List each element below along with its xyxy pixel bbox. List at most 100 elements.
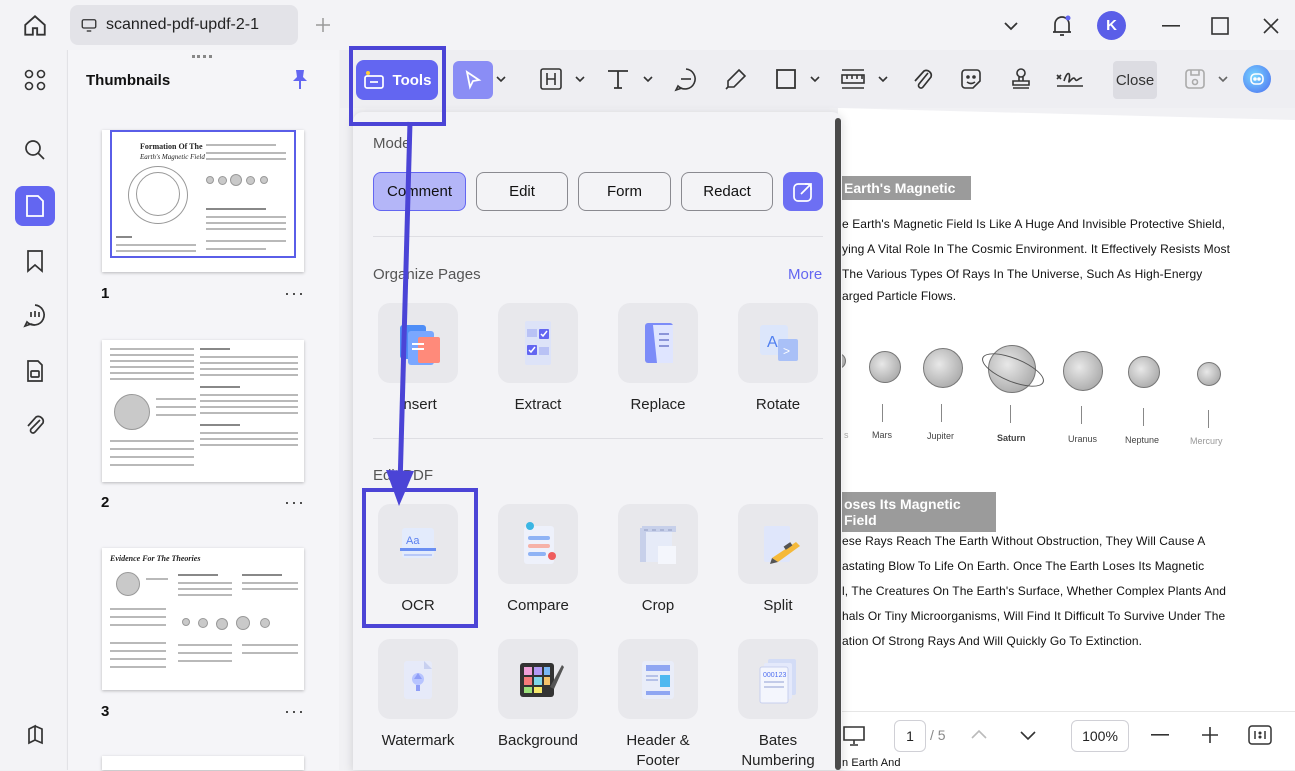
sticker-icon[interactable] [956,64,986,94]
attachment-icon[interactable] [15,405,55,445]
split-tool-tile[interactable] [738,504,818,584]
save-icon[interactable] [1180,64,1210,94]
attach-file-icon[interactable] [907,64,937,94]
text-dropdown-caret-icon[interactable] [643,74,653,84]
stamp-icon[interactable] [1006,64,1036,94]
bates-numbering-tool-tile[interactable]: 000123 [738,639,818,719]
mode-edit-button[interactable]: Edit [476,172,568,211]
measure-dropdown-caret-icon[interactable] [878,74,888,84]
close-tools-button[interactable]: Close [1113,61,1157,99]
background-tool-tile[interactable] [498,639,578,719]
compare-tool-tile[interactable] [498,504,578,584]
watermark-label: Watermark [381,732,455,749]
heading-tool-icon[interactable] [536,64,566,94]
page-thumbnail-2[interactable] [102,340,304,482]
close-window-icon[interactable] [1257,12,1285,40]
chevron-down-icon[interactable] [997,12,1025,40]
notification-bell-icon[interactable] [1048,12,1076,40]
watermark-icon [404,661,432,699]
page-number-2: 2 [101,494,110,511]
document-page: Earth's Magnetic e Earth's Magnetic Fiel… [838,108,1295,770]
page-total: / 5 [930,727,946,743]
bookmark-icon[interactable] [15,241,55,281]
doc-line: e Earth's Magnetic Field Is Like A Huge … [842,217,1226,231]
header-footer-icon [642,661,674,699]
replace-tool-tile[interactable] [618,303,698,383]
select-dropdown-caret-icon[interactable] [496,74,506,84]
open-external-icon[interactable] [783,172,823,211]
divider [373,438,823,439]
heading-dropdown-caret-icon[interactable] [575,74,585,84]
tab-title: scanned-pdf-updf-2-1 [106,16,259,33]
page-thumbnail-1[interactable]: Formation Of The Earth's Magnetic Field [102,130,304,272]
thumbnails-page-icon[interactable] [15,186,55,226]
page-2-more-button[interactable]: ··· [284,492,305,513]
maximize-icon[interactable] [1206,12,1234,40]
organize-more-link[interactable]: More [788,266,822,283]
rotate-tool-tile[interactable]: A > [738,303,818,383]
rectangle-shape-icon[interactable] [771,64,801,94]
ai-assistant-icon[interactable] [1243,65,1271,93]
presentation-icon[interactable] [842,724,866,748]
compare-icon [524,522,556,564]
home-icon[interactable] [20,11,50,41]
comment-bubble-icon[interactable] [671,64,701,94]
zoom-level-input[interactable]: 100% [1071,720,1129,752]
next-page-chevron-down-icon[interactable] [1019,730,1037,742]
page-number-1: 1 [101,285,110,302]
planet [923,348,963,388]
previous-page-chevron-up-icon[interactable] [970,728,988,740]
header-footer-tool-tile[interactable] [618,639,698,719]
text-tool-icon[interactable] [603,64,633,94]
planet [1063,351,1103,391]
extract-label: Extract [514,396,562,413]
apps-grid-icon[interactable] [15,60,55,100]
rotate-pages-icon: A > [760,325,798,361]
doc-line: astating Blow To Life On Earth. Once The… [842,559,1205,573]
planet-label: Saturn [997,433,1026,443]
page-thumbnail-4[interactable] [102,756,304,770]
planet-label: s [844,430,849,440]
mode-redact-button[interactable]: Redact [681,172,773,211]
doc-line: ese Rays Reach The Earth Without Obstruc… [842,534,1206,548]
page-1-more-button[interactable]: ··· [284,283,305,304]
zoom-in-plus-icon[interactable] [1201,726,1219,744]
search-icon[interactable] [15,130,55,170]
signature-icon[interactable] [1055,64,1085,94]
document-stack-icon[interactable] [15,351,55,391]
new-tab-plus-icon[interactable] [312,14,334,36]
extract-tool-tile[interactable] [498,303,578,383]
measure-ruler-icon[interactable] [838,64,868,94]
minimize-icon[interactable] [1157,12,1185,40]
zoom-out-minus-icon[interactable] [1151,734,1169,736]
tools-highlight-box [349,46,446,126]
extract-pages-icon [525,321,551,365]
pin-icon[interactable] [290,68,310,90]
highlighter-icon[interactable] [721,64,751,94]
doc-line: ation Of Strong Rays And Will Quickly Go… [842,634,1143,648]
drag-handle[interactable] [192,55,212,58]
page-3-more-button[interactable]: ··· [284,701,305,722]
document-tab[interactable]: scanned-pdf-updf-2-1 [70,5,298,45]
crop-tool-tile[interactable] [618,504,698,584]
doc-line: ying A Vital Role In The Cosmic Environm… [842,242,1231,256]
layers-icon[interactable] [15,715,55,755]
planet-label: Jupiter [927,431,955,441]
panel-scrollbar[interactable] [835,118,841,770]
page-number-input[interactable]: 1 [894,720,926,752]
crop-label: Crop [641,597,675,614]
shape-dropdown-caret-icon[interactable] [810,74,820,84]
avatar[interactable]: K [1097,11,1126,40]
bates-numbering-label: Bates Numbering [741,732,815,769]
doc-heading-1: Earth's Magnetic [838,176,971,200]
mode-form-button[interactable]: Form [578,172,671,211]
planet [1128,356,1160,388]
page-thumbnail-3[interactable]: Evidence For The Theories [102,548,304,690]
watermark-tool-tile[interactable] [378,639,458,719]
save-dropdown-caret-icon[interactable] [1218,74,1228,84]
actual-size-icon[interactable] [1248,724,1272,746]
select-tool-button[interactable] [453,61,493,99]
planet [1197,362,1221,386]
comments-icon[interactable] [15,295,55,335]
page-number-3: 3 [101,703,110,720]
